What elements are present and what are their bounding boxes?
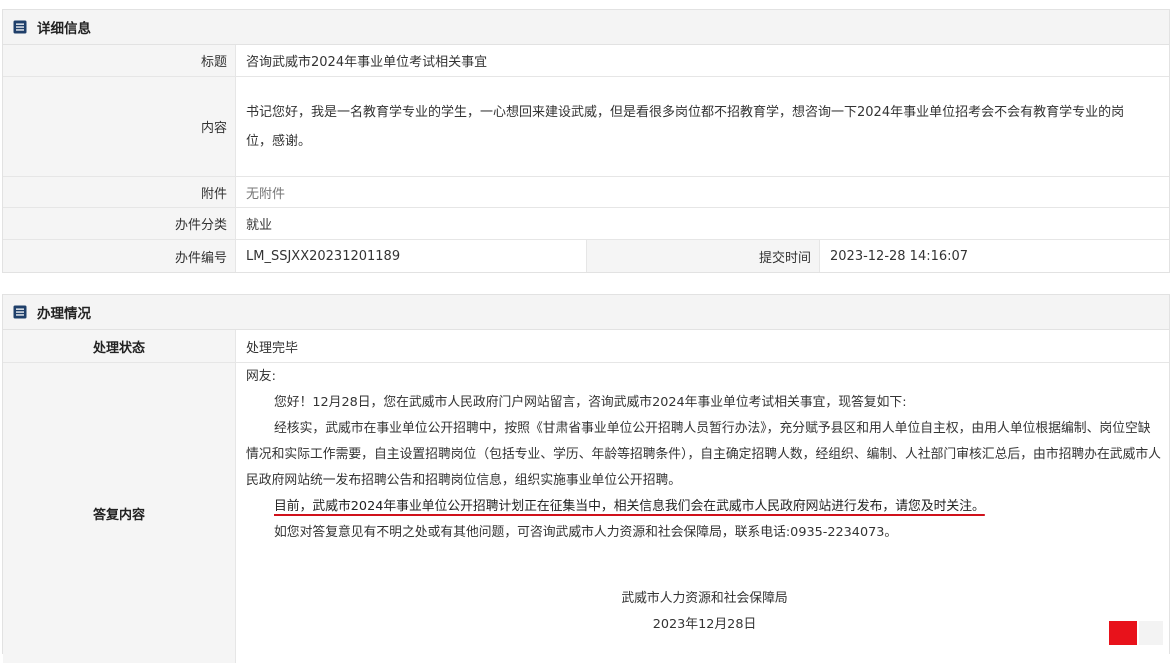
reply-greeting: 网友: — [246, 369, 276, 384]
category-row: 办件分类 就业 — [3, 208, 1169, 240]
red-marker — [1109, 621, 1137, 645]
number-time-row: 办件编号 LM_SSJXX20231201189 提交时间 2023-12-28… — [3, 240, 1169, 272]
attachment-value: 无附件 — [246, 186, 286, 202]
attachment-row: 附件 无附件 — [3, 177, 1169, 208]
attachment-label: 附件 — [3, 177, 236, 207]
handling-panel-title: 办理情况 — [37, 306, 91, 322]
category-value: 就业 — [246, 218, 273, 233]
reply-signature: 武威市人力资源和社会保障局 — [621, 591, 788, 606]
reply-paragraph: 经核实，武威市在事业单位公开招聘中，按照《甘肃省事业单位公开招聘人员暂行办法》，… — [246, 421, 1161, 488]
reply-content: 网友: 您好！12月28日，您在武威市人民政府门户网站留言，咨询武威市2024年… — [236, 363, 1169, 663]
content-label: 内容 — [3, 77, 236, 176]
number-value: LM_SSJXX20231201189 — [236, 240, 587, 272]
title-row: 标题 咨询武威市2024年事业单位考试相关事宜 — [3, 45, 1169, 77]
category-label: 办件分类 — [3, 208, 236, 239]
title-label: 标题 — [3, 45, 236, 76]
content-row: 内容 书记您好，我是一名教育学专业的学生，一心想回来建设武威，但是看很多岗位都不… — [3, 77, 1169, 177]
status-label: 处理状态 — [3, 330, 236, 362]
detail-panel-header: 详细信息 — [3, 10, 1169, 45]
time-label: 提交时间 — [587, 240, 820, 272]
reply-paragraph: 您好！12月28日，您在武威市人民政府门户网站留言，咨询武威市2024年事业单位… — [274, 395, 907, 410]
reply-label: 答复内容 — [3, 363, 236, 663]
reply-highlighted-paragraph: 目前，武威市2024年事业单位公开招聘计划正在征集当中，相关信息我们会在武威市人… — [274, 499, 985, 514]
list-doc-icon — [13, 305, 27, 319]
status-row: 处理状态 处理完毕 — [3, 330, 1169, 363]
time-value: 2023-12-28 14:16:07 — [830, 248, 969, 264]
content-value: 书记您好，我是一名教育学专业的学生，一心想回来建设武威，但是看很多岗位都不招教育… — [246, 104, 1125, 149]
handling-panel-header: 办理情况 — [3, 295, 1169, 330]
detail-panel: 详细信息 标题 咨询武威市2024年事业单位考试相关事宜 内容 书记您好，我是一… — [2, 9, 1170, 273]
list-doc-icon — [13, 20, 27, 34]
reply-paragraph: 如您对答复意见有不明之处或有其他问题，可咨询武威市人力资源和社会保障局，联系电话… — [274, 525, 898, 540]
handling-panel: 办理情况 处理状态 处理完毕 答复内容 网友: 您好！12月28日，您在武威市人… — [2, 294, 1170, 663]
reply-date: 2023年12月28日 — [652, 617, 757, 632]
status-value: 处理完毕 — [246, 340, 299, 356]
detail-panel-title: 详细信息 — [37, 21, 91, 37]
title-value: 咨询武威市2024年事业单位考试相关事宜 — [246, 55, 488, 70]
reply-row: 答复内容 网友: 您好！12月28日，您在武威市人民政府门户网站留言，咨询武威市… — [3, 363, 1169, 663]
number-label: 办件编号 — [3, 240, 236, 272]
corner-marker — [1139, 621, 1163, 645]
